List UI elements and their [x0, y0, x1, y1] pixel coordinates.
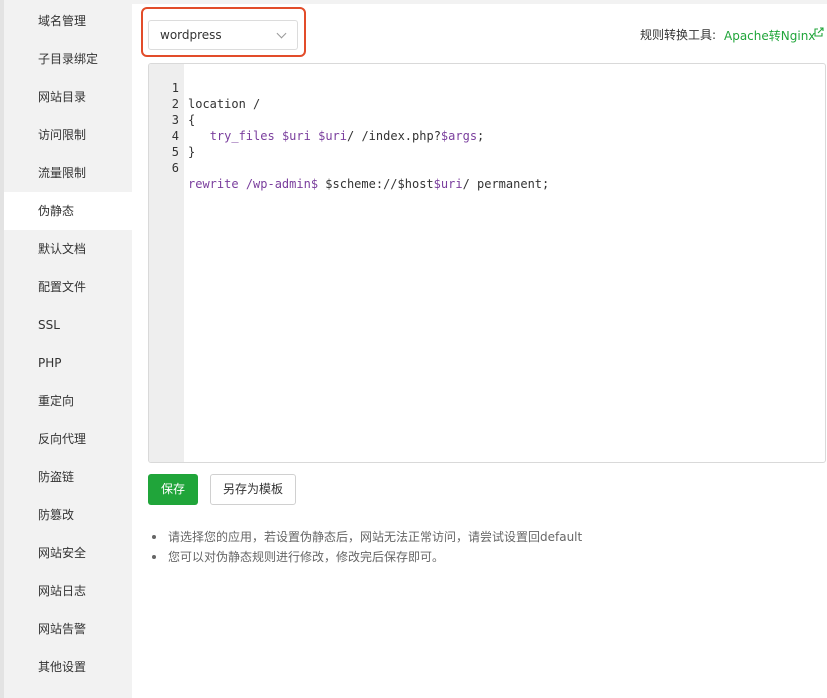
external-link-icon[interactable]: [814, 27, 824, 37]
code-line: 2 {: [149, 80, 825, 127]
sidebar-item-php[interactable]: PHP: [0, 344, 132, 382]
code-line: 3 try_files $uri $uri/ /index.php?$args;: [149, 96, 825, 143]
sidebar-item-config-file[interactable]: 配置文件: [0, 268, 132, 306]
sidebar-item-subdirectory[interactable]: 子目录绑定: [0, 40, 132, 78]
code-line: 6 rewrite /wp-admin$ $scheme://$host$uri…: [149, 144, 825, 191]
code-line: 1 location /: [149, 64, 825, 111]
sidebar: 域名管理 子目录绑定 网站目录 访问限制 流量限制 伪静态 默认文档 配置文件 …: [0, 0, 132, 698]
sidebar-item-hotlink[interactable]: 防盗链: [0, 458, 132, 496]
code-line: 4 }: [149, 112, 825, 159]
sidebar-item-traffic-limit[interactable]: 流量限制: [0, 154, 132, 192]
sidebar-item-rewrite[interactable]: 伪静态: [0, 192, 132, 230]
sidebar-item-access-limit[interactable]: 访问限制: [0, 116, 132, 154]
tip-item: 请选择您的应用，若设置伪静态后，网站无法正常访问，请尝试设置回default: [152, 527, 582, 547]
sidebar-item-site-log[interactable]: 网站日志: [0, 572, 132, 610]
sidebar-item-reverse-proxy[interactable]: 反向代理: [0, 420, 132, 458]
save-button[interactable]: 保存: [148, 474, 198, 505]
tip-text: 请选择您的应用，若设置伪静态后，网站无法正常访问，请尝试设置回default: [168, 530, 583, 544]
tip-text: 您可以对伪静态规则进行修改，修改完后保存即可。: [168, 550, 445, 564]
sidebar-item-redirect[interactable]: 重定向: [0, 382, 132, 420]
sidebar-edge: [0, 0, 4, 698]
tip-item: 您可以对伪静态规则进行修改，修改完后保存即可。: [152, 547, 582, 567]
sidebar-item-tamper-proof[interactable]: 防篡改: [0, 496, 132, 534]
tips-list: 请选择您的应用，若设置伪静态后，网站无法正常访问，请尝试设置回default 您…: [152, 527, 582, 567]
sidebar-item-site-security[interactable]: 网站安全: [0, 534, 132, 572]
sidebar-item-site-alert[interactable]: 网站告警: [0, 610, 132, 648]
sidebar-item-default-doc[interactable]: 默认文档: [0, 230, 132, 268]
chevron-down-icon: [276, 28, 287, 39]
sidebar-item-domain[interactable]: 域名管理: [0, 2, 132, 40]
bullet-icon: [152, 535, 156, 539]
top-divider: [132, 0, 827, 4]
line-number: 6: [171, 161, 179, 175]
rewrite-template-select[interactable]: wordpress: [148, 20, 298, 50]
rewrite-code-editor[interactable]: 1 location / 2 { 3 try_files $uri $uri/ …: [148, 63, 826, 463]
select-value: wordpress: [160, 28, 222, 42]
sidebar-item-ssl[interactable]: SSL: [0, 306, 132, 344]
code-line: 5: [149, 128, 825, 159]
bullet-icon: [152, 555, 156, 559]
line-code: rewrite /wp-admin$ $scheme://$host$uri/ …: [188, 177, 550, 191]
sidebar-item-other-settings[interactable]: 其他设置: [0, 648, 132, 686]
sidebar-item-site-directory[interactable]: 网站目录: [0, 78, 132, 116]
converter-label: 规则转换工具:: [640, 28, 717, 42]
apache-to-nginx-link[interactable]: Apache转Nginx: [724, 27, 815, 44]
save-as-template-button[interactable]: 另存为模板: [210, 474, 296, 505]
